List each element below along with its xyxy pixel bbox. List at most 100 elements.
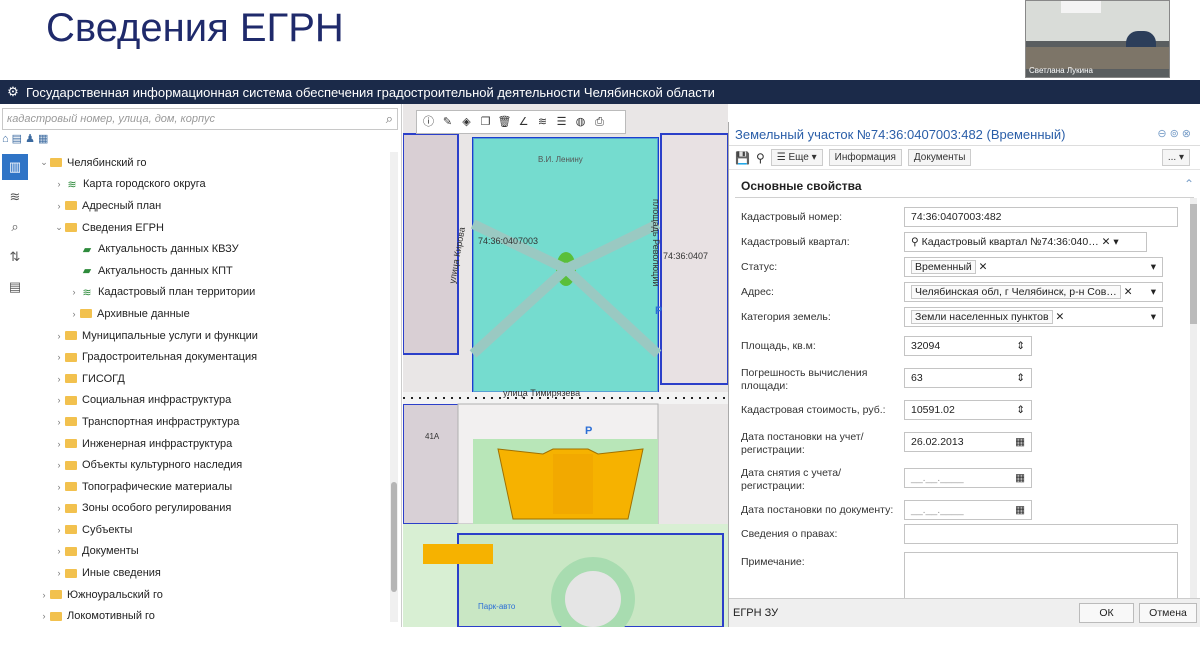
note-textarea[interactable] [904, 552, 1178, 600]
chevron-right-icon[interactable]: › [53, 546, 65, 556]
tree-item[interactable]: › Южноуральский го [30, 584, 402, 606]
chevron-right-icon[interactable]: › [53, 179, 65, 189]
rail-transfer-icon[interactable]: ⇅ [2, 244, 28, 270]
chevron-right-icon[interactable]: › [53, 503, 65, 513]
measure-icon[interactable]: ∠ [515, 113, 532, 131]
chevron-right-icon[interactable]: › [53, 417, 65, 427]
stepper-icon[interactable]: ⇕ [1016, 372, 1025, 384]
chevron-right-icon[interactable]: › [53, 439, 65, 449]
extra-menu-button[interactable]: ... ▾ [1161, 149, 1190, 166]
stepper-icon[interactable]: ⇕ [1016, 404, 1025, 416]
calendar-icon[interactable]: ▦ [1015, 436, 1025, 448]
chevron-down-icon[interactable]: ⌄ [53, 222, 65, 233]
section-header[interactable]: Основные свойства ⌃ [735, 170, 1194, 198]
print-icon[interactable]: ⎙ [591, 113, 608, 131]
cadastral-cost-field[interactable]: 10591.02 ⇕ [904, 400, 1032, 420]
tree-item[interactable]: ▰ Актуальность данных КВЗУ [30, 238, 402, 260]
chevron-right-icon[interactable]: › [53, 482, 65, 492]
chevron-right-icon[interactable]: › [53, 460, 65, 470]
tree-item[interactable]: › Субъекты [30, 519, 402, 541]
tab-information[interactable]: Информация [828, 149, 902, 166]
dialog-scrollbar[interactable] [1190, 198, 1197, 598]
tree-scrollbar[interactable] [390, 152, 398, 622]
tree-item[interactable]: ⌄ Челябинский го [30, 152, 402, 174]
cancel-button[interactable]: Отмена [1139, 603, 1197, 623]
tree-item[interactable]: › Иные сведения [30, 562, 402, 584]
delete-icon[interactable]: 🗑 [496, 113, 513, 131]
tree-item[interactable]: › Муниципальные услуги и функции [30, 325, 402, 347]
users-icon[interactable]: ♟ [25, 133, 38, 145]
rail-list-icon[interactable]: ▤ [2, 274, 28, 300]
chevron-right-icon[interactable]: › [53, 331, 65, 341]
rights-field[interactable] [904, 524, 1178, 544]
rail-search-icon[interactable]: ⌕ [2, 214, 28, 240]
document-date-field[interactable]: __.__.____ ▦ [904, 500, 1032, 520]
tree-item[interactable]: › Топографические материалы [30, 476, 402, 498]
tree-item[interactable]: › Инженерная инфраструктура [30, 433, 402, 455]
tree-item[interactable]: › Адресный план [30, 195, 402, 217]
chevron-right-icon[interactable]: › [53, 395, 65, 405]
tree-item[interactable]: › ≋ Кадастровый план территории [30, 282, 402, 304]
info-icon[interactable]: ⓘ [420, 113, 437, 131]
tree-item[interactable]: › Архивные данные [30, 303, 402, 325]
map-view[interactable]: 74:36:0407003 74:36:0407 улица Тимирязев… [403, 104, 728, 627]
calendar-icon[interactable]: ▦ [1015, 472, 1025, 484]
chevron-right-icon[interactable]: › [38, 611, 50, 621]
grid-icon[interactable]: ▦ [38, 133, 51, 145]
location-pin-icon[interactable]: ⚲ [756, 151, 765, 165]
tab-documents[interactable]: Документы [907, 149, 972, 166]
tree-item[interactable]: › Локомотивный го [30, 605, 402, 627]
edit-icon[interactable]: ✎ [439, 113, 456, 131]
close-icon[interactable]: ⊗ [1182, 128, 1194, 140]
copy-icon[interactable]: ❐ [477, 113, 494, 131]
chevron-right-icon[interactable]: › [53, 525, 65, 535]
address-select[interactable]: Челябинская обл, г Челябинск, р-н Сов… ✕… [904, 282, 1163, 302]
cadastral-quarter-field[interactable]: ⚲ Кадастровый квартал №74:36:040… ✕ ▾ [904, 232, 1147, 252]
land-category-select[interactable]: Земли населенных пунктов ✕ ▾ [904, 307, 1163, 327]
identify-icon[interactable]: ◈ [458, 113, 475, 131]
list-icon[interactable]: ☰ [553, 113, 570, 131]
chevron-down-icon[interactable]: ⌄ [38, 157, 50, 168]
chevron-right-icon[interactable]: › [53, 568, 65, 578]
area-field[interactable]: 32094 ⇕ [904, 336, 1032, 356]
tree-item[interactable]: › Документы [30, 541, 402, 563]
ok-button[interactable]: ОК [1079, 603, 1134, 623]
chevron-right-icon[interactable]: › [38, 590, 50, 600]
collapse-icon[interactable]: ⌃ [1184, 177, 1194, 191]
layers-icon[interactable]: ≋ [534, 113, 551, 131]
document-icon[interactable]: ▤ [12, 133, 25, 145]
chevron-right-icon[interactable]: › [53, 352, 65, 362]
area-error-field[interactable]: 63 ⇕ [904, 368, 1032, 388]
tree-item[interactable]: ⌄ Сведения ЕГРН [30, 217, 402, 239]
stepper-icon[interactable]: ⇕ [1016, 340, 1025, 352]
chevron-right-icon[interactable]: › [68, 309, 80, 319]
chevron-right-icon[interactable]: › [53, 374, 65, 384]
more-dropdown[interactable]: ☰ Еще ▾ [770, 149, 823, 166]
globe-icon[interactable]: ◍ [572, 113, 589, 131]
cadastral-number-field[interactable]: 74:36:0407003:482 [904, 207, 1178, 227]
rail-layers-icon[interactable]: ▥ [2, 154, 28, 180]
home-icon[interactable]: ⌂ [2, 133, 12, 145]
tree-item[interactable]: › Транспортная инфраструктура [30, 411, 402, 433]
tree-item[interactable]: › Зоны особого регулирования [30, 498, 402, 520]
search-input[interactable]: кадастровый номер, улица, дом, корпус ⌕ [2, 108, 398, 130]
minimize-icon[interactable]: ⊖ [1157, 128, 1169, 140]
chevron-right-icon[interactable]: › [68, 287, 80, 297]
save-icon[interactable]: 💾 [735, 151, 750, 165]
deregistration-date-field[interactable]: __.__.____ ▦ [904, 468, 1032, 488]
rail-stack-icon[interactable]: ≋ [2, 184, 28, 210]
tree-item[interactable]: › ГИСОГД [30, 368, 402, 390]
tree-item[interactable]: ▰ Актуальность данных КПТ [30, 260, 402, 282]
calendar-icon[interactable]: ▦ [1015, 504, 1025, 516]
restore-icon[interactable]: ⊚ [1170, 128, 1182, 140]
dialog-scrollbar-thumb[interactable] [1190, 204, 1197, 324]
chevron-right-icon[interactable]: › [53, 201, 65, 211]
tree-item[interactable]: › Социальная инфраструктура [30, 390, 402, 412]
search-icon[interactable]: ⌕ [386, 111, 393, 127]
registration-date-field[interactable]: 26.02.2013 ▦ [904, 432, 1032, 452]
tree-scrollbar-thumb[interactable] [391, 482, 397, 592]
status-select[interactable]: Временный ✕ ▾ [904, 257, 1163, 277]
tree-item[interactable]: › ≋ Карта городского округа [30, 174, 402, 196]
tree-item[interactable]: › Градостроительная документация [30, 346, 402, 368]
tree-item[interactable]: › Объекты культурного наследия [30, 454, 402, 476]
